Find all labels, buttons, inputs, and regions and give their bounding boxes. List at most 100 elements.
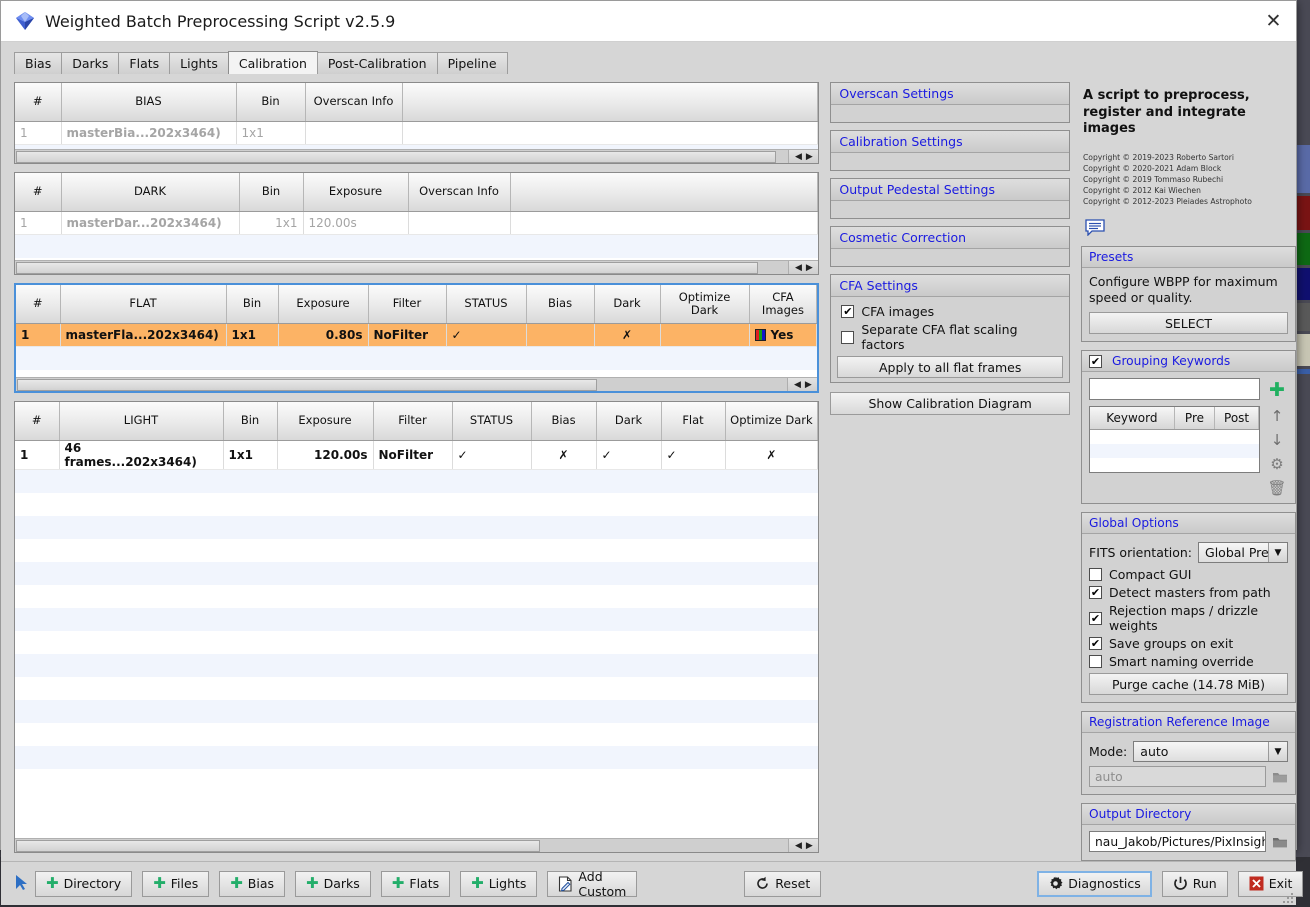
flat-col-bin[interactable]: Bin: [226, 285, 278, 323]
move-down-icon[interactable]: ↓: [1271, 433, 1284, 448]
section-cosmetic-correction[interactable]: Cosmetic Correction: [830, 226, 1070, 267]
checkbox-detect-masters-from-path[interactable]: ✔ Detect masters from path: [1089, 585, 1288, 600]
chevron-down-icon[interactable]: ▼: [1268, 543, 1287, 562]
panel-title[interactable]: Global Options: [1082, 513, 1295, 534]
kw-col-keyword[interactable]: Keyword: [1090, 407, 1174, 429]
table-row[interactable]: 1 masterBia...202x3464) 1x1: [15, 121, 818, 144]
light-col-bias[interactable]: Bias: [531, 402, 596, 440]
checkbox-grouping-keywords[interactable]: ✔: [1089, 355, 1102, 368]
checkbox-cfa-images[interactable]: ✔ CFA images: [841, 304, 1063, 319]
dark-table[interactable]: # DARK Bin Exposure Overscan Info 1: [14, 172, 819, 275]
diagnostics-button[interactable]: Diagnostics: [1037, 871, 1152, 897]
add-lights-button[interactable]: ✚ Lights: [460, 871, 537, 897]
bias-col-index[interactable]: #: [15, 83, 61, 121]
chevron-down-icon[interactable]: ▼: [1268, 742, 1287, 761]
panel-title[interactable]: Output Directory: [1082, 804, 1295, 825]
dark-col-blank[interactable]: [510, 173, 818, 211]
tab-post-calibration[interactable]: Post-Calibration: [317, 52, 438, 74]
dark-hscrollbar[interactable]: ◀▶: [15, 260, 818, 274]
folder-icon[interactable]: [1272, 770, 1288, 784]
scroll-arrows[interactable]: ◀▶: [788, 150, 818, 163]
registration-mode-select[interactable]: auto ▼: [1133, 741, 1288, 762]
tab-flats[interactable]: Flats: [118, 52, 170, 74]
bias-hscrollbar[interactable]: ◀▶: [15, 149, 818, 163]
kw-col-pre[interactable]: Pre: [1174, 407, 1214, 429]
table-row[interactable]: 1 masterFla...202x3464) 1x1 0.80s NoFilt…: [16, 323, 817, 346]
section-title[interactable]: CFA Settings: [831, 275, 1069, 297]
dark-col-exposure[interactable]: Exposure: [303, 173, 408, 211]
flat-col-exposure[interactable]: Exposure: [278, 285, 368, 323]
purge-cache-button[interactable]: Purge cache (14.78 MiB): [1089, 673, 1288, 695]
kw-col-post[interactable]: Post: [1215, 407, 1259, 429]
move-up-icon[interactable]: ↑: [1271, 409, 1284, 424]
section-title[interactable]: Calibration Settings: [831, 131, 1069, 153]
light-col-exposure[interactable]: Exposure: [277, 402, 373, 440]
flat-col-dark[interactable]: Dark: [594, 285, 660, 323]
section-title[interactable]: Cosmetic Correction: [831, 227, 1069, 249]
panel-title[interactable]: Grouping Keywords: [1112, 354, 1230, 368]
flat-col-index[interactable]: #: [16, 285, 60, 323]
table-row[interactable]: 1 masterDar...202x3464) 1x1 120.00s: [15, 211, 818, 234]
tab-lights[interactable]: Lights: [169, 52, 229, 74]
add-bias-button[interactable]: ✚ Bias: [219, 871, 285, 897]
bias-col-bin[interactable]: Bin: [236, 83, 305, 121]
dark-col-name[interactable]: DARK: [61, 173, 239, 211]
light-col-name[interactable]: LIGHT: [59, 402, 223, 440]
scroll-arrows[interactable]: ◀▶: [787, 378, 817, 391]
checkbox-rejection-maps-drizzle-weights[interactable]: ✔ Rejection maps / drizzle weights: [1089, 603, 1288, 633]
settings-icon[interactable]: ⚙: [1270, 457, 1283, 472]
table-row[interactable]: 1 46 frames...202x3464) 1x1 120.00s NoFi…: [15, 440, 818, 469]
flat-col-status[interactable]: STATUS: [446, 285, 526, 323]
flat-col-cfa-images[interactable]: CFA Images: [749, 285, 817, 323]
keywords-table[interactable]: Keyword Pre Post: [1089, 406, 1260, 473]
reset-button[interactable]: Reset: [744, 871, 821, 897]
registration-path-input[interactable]: auto: [1089, 766, 1266, 787]
panel-title[interactable]: Presets: [1082, 247, 1295, 268]
run-button[interactable]: Run: [1162, 871, 1228, 897]
tab-pipeline[interactable]: Pipeline: [437, 52, 508, 74]
tab-calibration[interactable]: Calibration: [228, 51, 318, 74]
light-col-dark[interactable]: Dark: [596, 402, 661, 440]
add-directory-button[interactable]: ✚ Directory: [35, 871, 132, 897]
bias-col-name[interactable]: BIAS: [61, 83, 236, 121]
bias-col-blank[interactable]: [402, 83, 818, 121]
fits-orientation-select[interactable]: Global Pref ▼: [1198, 542, 1288, 563]
light-col-status[interactable]: STATUS: [452, 402, 531, 440]
folder-icon[interactable]: [1272, 835, 1288, 849]
add-flats-button[interactable]: ✚ Flats: [381, 871, 450, 897]
apply-to-all-flat-frames-button[interactable]: Apply to all flat frames: [837, 356, 1063, 378]
light-col-optimize-dark[interactable]: Optimize Dark: [725, 402, 818, 440]
select-preset-button[interactable]: SELECT: [1089, 312, 1288, 334]
keyword-input[interactable]: [1089, 378, 1260, 400]
output-directory-input[interactable]: nau_Jakob/Pictures/PixInsight: [1089, 831, 1266, 852]
speech-bubble-icon[interactable]: [1085, 219, 1105, 236]
checkbox-compact-gui[interactable]: Compact GUI: [1089, 567, 1288, 582]
section-cfa-settings[interactable]: CFA Settings ✔ CFA images Separate CFA f…: [830, 274, 1070, 383]
flat-col-name[interactable]: FLAT: [60, 285, 226, 323]
light-col-bin[interactable]: Bin: [223, 402, 277, 440]
flat-hscrollbar[interactable]: ◀▶: [16, 377, 817, 391]
dark-col-index[interactable]: #: [15, 173, 61, 211]
delete-icon[interactable]: 🗑: [1267, 481, 1286, 496]
scroll-arrows[interactable]: ◀▶: [788, 261, 818, 274]
add-icon[interactable]: ✚: [1269, 381, 1285, 400]
dark-col-bin[interactable]: Bin: [239, 173, 303, 211]
resize-grip[interactable]: [1282, 892, 1294, 904]
bias-table[interactable]: # BIAS Bin Overscan Info 1 masterBia...2…: [14, 82, 819, 164]
dark-col-overscan[interactable]: Overscan Info: [408, 173, 510, 211]
checkbox-separate-cfa-flat-scaling[interactable]: Separate CFA flat scaling factors: [841, 322, 1063, 352]
light-col-index[interactable]: #: [15, 402, 59, 440]
section-title[interactable]: Output Pedestal Settings: [831, 179, 1069, 201]
section-overscan-settings[interactable]: Overscan Settings: [830, 82, 1070, 123]
checkbox-save-groups-on-exit[interactable]: ✔ Save groups on exit: [1089, 636, 1288, 651]
tab-darks[interactable]: Darks: [61, 52, 119, 74]
checkbox-smart-naming-override[interactable]: Smart naming override: [1089, 654, 1288, 669]
section-output-pedestal-settings[interactable]: Output Pedestal Settings: [830, 178, 1070, 219]
light-table[interactable]: # LIGHT Bin Exposure Filter STATUS Bias …: [14, 401, 819, 853]
add-files-button[interactable]: ✚ Files: [142, 871, 209, 897]
light-hscrollbar[interactable]: ◀▶: [15, 838, 818, 852]
flat-col-bias[interactable]: Bias: [526, 285, 594, 323]
light-col-filter[interactable]: Filter: [373, 402, 452, 440]
add-darks-button[interactable]: ✚ Darks: [295, 871, 371, 897]
scroll-arrows[interactable]: ◀▶: [788, 839, 818, 852]
